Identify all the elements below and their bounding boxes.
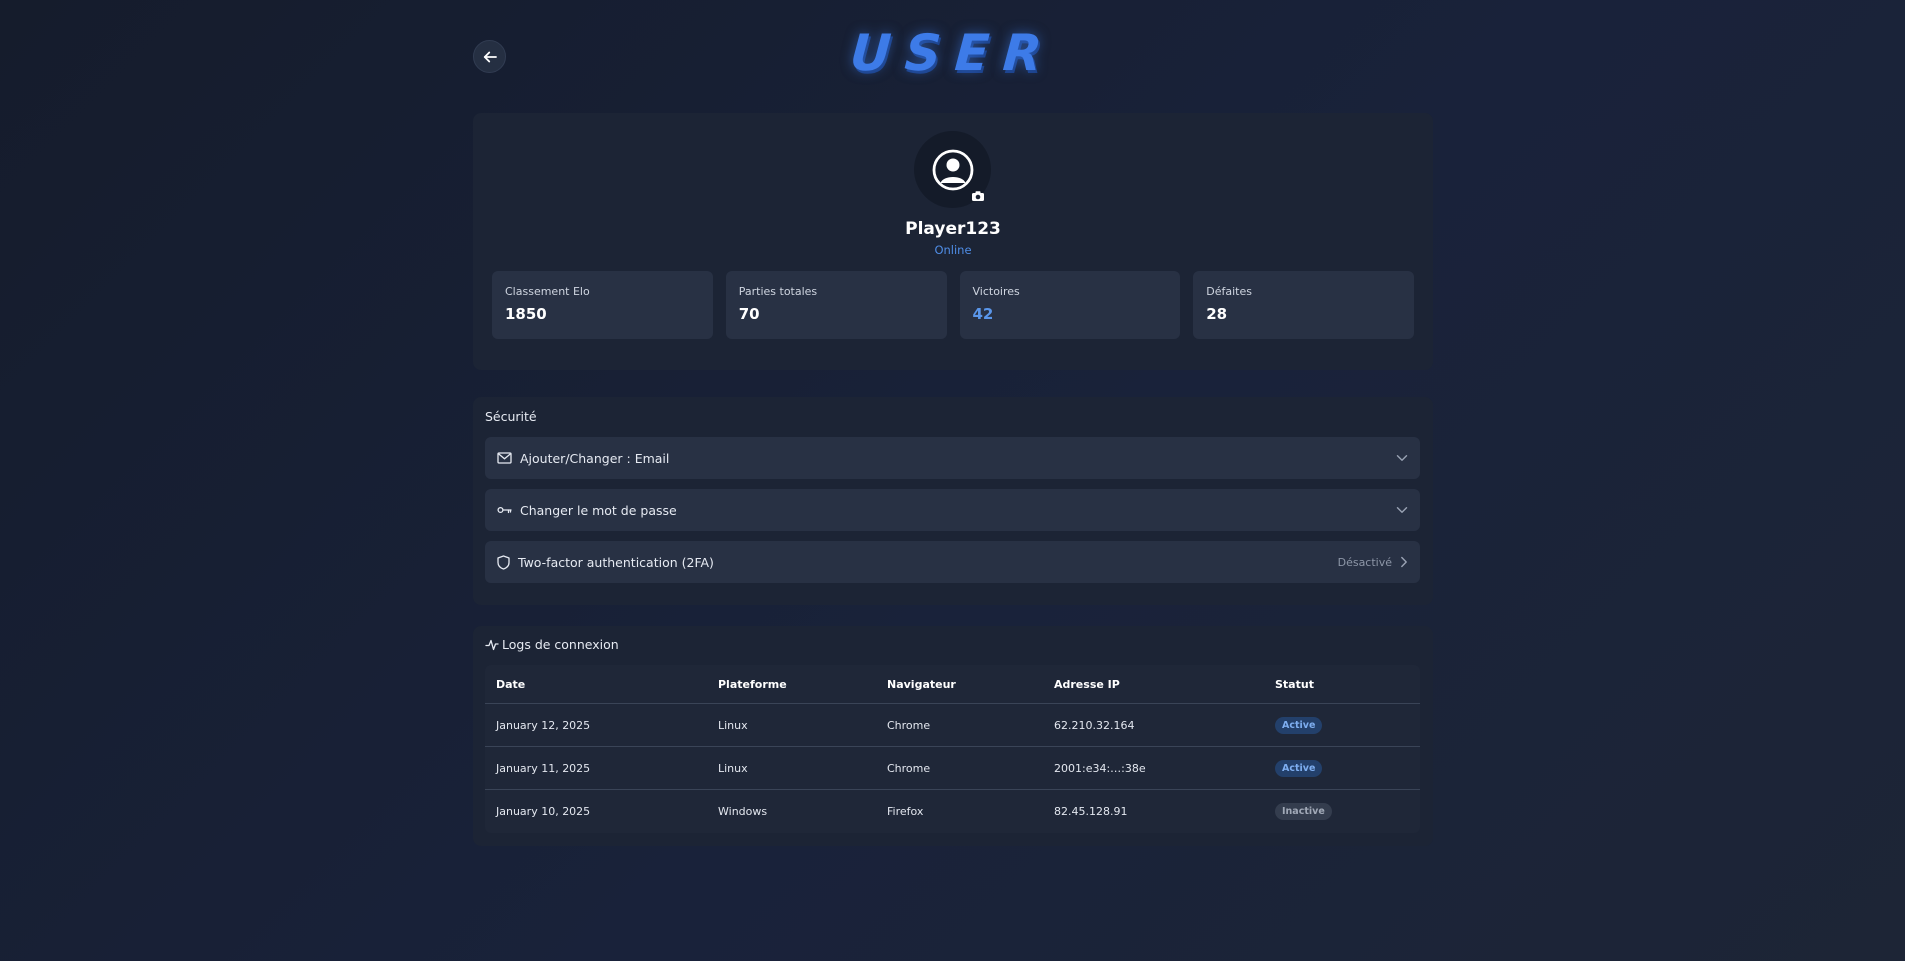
cell-platform: Windows: [718, 805, 768, 818]
cell-date: January 12, 2025: [496, 718, 591, 732]
logs-title-wrap: Logs de connexion: [485, 637, 619, 652]
stat-value: 42: [972, 305, 994, 323]
security-title: Sécurité: [485, 409, 537, 424]
password-setting-row[interactable]: Changer le mot de passe: [485, 489, 1420, 531]
table-header: Date Plateforme Navigateur Adresse IP St…: [485, 665, 1420, 704]
cell-date: January 11, 2025: [496, 761, 591, 775]
key-icon: [497, 506, 512, 514]
stat-value: 70: [738, 305, 760, 323]
logs-title: Logs de connexion: [502, 637, 619, 652]
column-header[interactable]: Date: [485, 678, 707, 691]
shield-icon: [497, 554, 510, 570]
cell-ip: 82.45.128.91: [1054, 805, 1128, 818]
chevron-right-icon: [1401, 556, 1407, 568]
chevron-down-icon: [1396, 455, 1408, 461]
table-row: January 12, 2025 Linux Chrome 62.210.32.…: [485, 704, 1420, 747]
cell-browser: Firefox: [887, 805, 924, 818]
cell-ip: 62.210.32.164: [1054, 718, 1135, 732]
page-title: USER: [848, 24, 1058, 82]
chevron-down-icon: [1396, 507, 1408, 513]
row-right: [1396, 454, 1408, 462]
stat-label: Victoires: [972, 285, 1020, 298]
email-setting-row[interactable]: Ajouter/Changer : Email: [485, 437, 1420, 479]
2fa-status: Désactivé: [1337, 555, 1392, 569]
cell-ip: 2001:e34:…:38e: [1054, 761, 1146, 775]
cell-platform: Linux: [718, 761, 748, 775]
connection-logs-card: Logs de connexion Date Plateforme Naviga…: [473, 626, 1433, 846]
change-avatar-button[interactable]: [970, 189, 986, 203]
status-badge: Inactive: [1275, 803, 1332, 820]
column-header[interactable]: Plateforme: [707, 678, 876, 691]
camera-icon: [972, 191, 984, 201]
activity-icon: [485, 639, 499, 650]
stat-value: 28: [1206, 305, 1228, 323]
cell-platform: Linux: [718, 718, 748, 732]
table-row: January 10, 2025 Windows Firefox 82.45.1…: [485, 790, 1420, 833]
2fa-setting-row[interactable]: Two-factor authentication (2FA) Désactiv…: [485, 541, 1420, 583]
stat-label: Défaites: [1206, 285, 1252, 298]
row-right: Désactivé: [1338, 556, 1408, 569]
status-badge: Active: [1275, 716, 1323, 734]
logs-table: Date Plateforme Navigateur Adresse IP St…: [485, 665, 1420, 833]
stats-grid: Classement Elo 1850 Parties totales 70 V…: [492, 271, 1414, 339]
mail-icon: [497, 452, 512, 464]
cell-status: Inactive: [1264, 803, 1420, 820]
stat-card-wins: Victoires 42: [959, 271, 1181, 339]
stat-label: Parties totales: [738, 285, 818, 298]
cell-status: Active: [1264, 759, 1420, 777]
table-row: January 11, 2025 Linux Chrome 2001:e34:……: [485, 747, 1420, 790]
cell-status: Active: [1264, 716, 1420, 734]
password-setting-label: Changer le mot de passe: [520, 502, 677, 518]
2fa-setting-label: Two-factor authentication (2FA): [518, 554, 714, 570]
email-setting-label: Ajouter/Changer : Email: [520, 450, 670, 466]
cell-browser: Chrome: [887, 761, 931, 775]
stat-card-losses: Défaites 28: [1193, 271, 1414, 339]
online-status: Online: [934, 243, 972, 257]
cell-date: January 10, 2025: [496, 805, 591, 818]
cell-browser: Chrome: [887, 718, 931, 732]
stat-label: Classement Elo: [505, 285, 590, 298]
username: Player123: [905, 219, 1001, 239]
status-badge: Active: [1275, 759, 1323, 777]
column-header[interactable]: Adresse IP: [1043, 678, 1264, 691]
user-circle-icon: [932, 149, 973, 190]
security-card: Sécurité Ajouter/Changer : Email Changer…: [473, 397, 1433, 605]
column-header[interactable]: Statut: [1264, 678, 1420, 691]
stat-card-elo: Classement Elo 1850: [492, 271, 713, 339]
column-header[interactable]: Navigateur: [876, 678, 1043, 691]
stat-value: 1850: [505, 305, 547, 323]
stat-card-total-games: Parties totales 70: [725, 271, 947, 339]
profile-card: Player123 Online Classement Elo 1850 Par…: [473, 113, 1433, 370]
row-right: [1396, 506, 1408, 514]
